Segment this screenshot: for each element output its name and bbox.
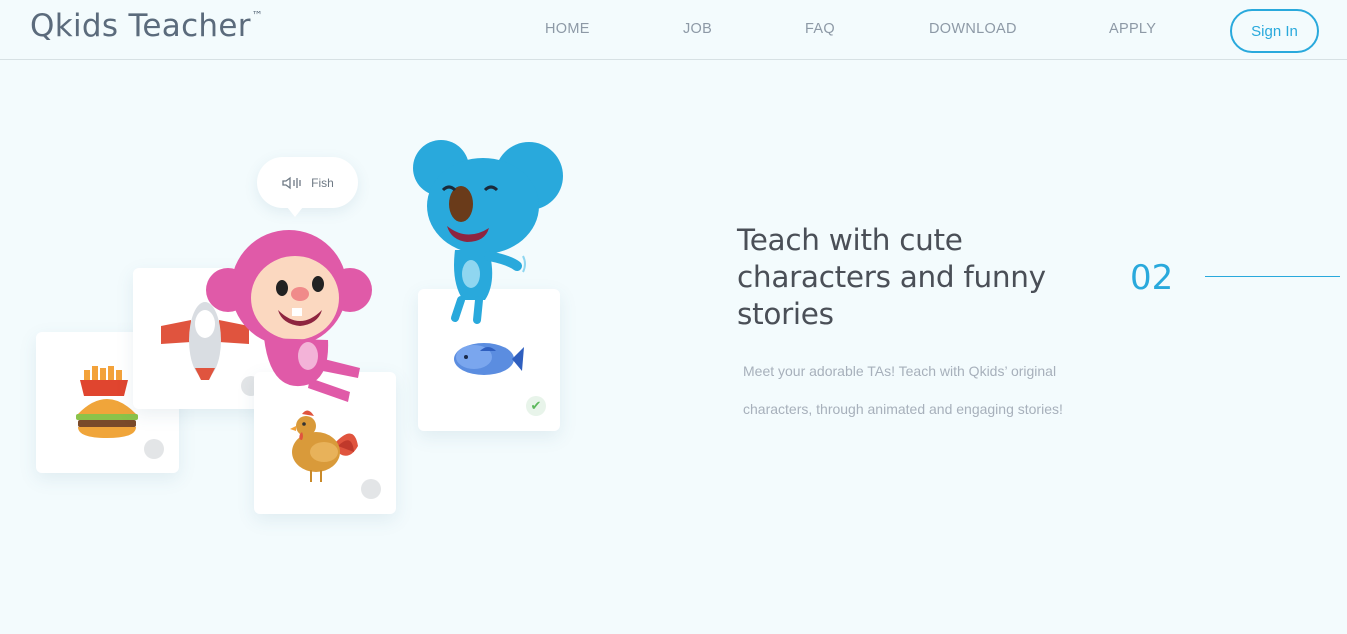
hero-illustration: ✔ Fish (0, 60, 640, 580)
speaker-icon[interactable] (281, 176, 303, 190)
slide-divider-line (1205, 276, 1340, 277)
nav-job[interactable]: JOB (683, 21, 712, 37)
checkmark-icon: ✔ (526, 396, 546, 416)
nav-apply[interactable]: APPLY (1109, 21, 1156, 37)
logo-trademark: ™ (251, 8, 264, 22)
description-line: characters, through animated and engagin… (743, 401, 1063, 417)
sign-in-button[interactable]: Sign In (1230, 9, 1319, 53)
select-indicator (144, 439, 164, 459)
feature-description: Meet your adorable TAs! Teach with Qkids… (743, 352, 1123, 428)
headline-line: characters and funny (737, 260, 1046, 294)
headline-line: Teach with cute (737, 223, 963, 257)
headline-line: stories (737, 297, 834, 331)
description-line: Meet your adorable TAs! Teach with Qkids… (743, 363, 1057, 379)
monkey-character (206, 230, 372, 402)
logo[interactable]: Qkids Teacher™ (30, 8, 263, 44)
speech-bubble: Fish (257, 157, 358, 217)
logo-text: Qkids Teacher (30, 8, 251, 44)
bubble-word: Fish (311, 175, 334, 190)
nav-download[interactable]: DOWNLOAD (929, 21, 1017, 37)
top-nav-bar: Qkids Teacher™ HOME JOB FAQ DOWNLOAD APP… (0, 0, 1347, 60)
slide-number: 02 (1130, 258, 1174, 298)
koala-character (413, 140, 563, 324)
select-indicator (361, 479, 381, 499)
feature-headline: Teach with cute characters and funny sto… (737, 222, 1097, 333)
nav-home[interactable]: HOME (545, 21, 590, 37)
nav-faq[interactable]: FAQ (805, 21, 835, 37)
